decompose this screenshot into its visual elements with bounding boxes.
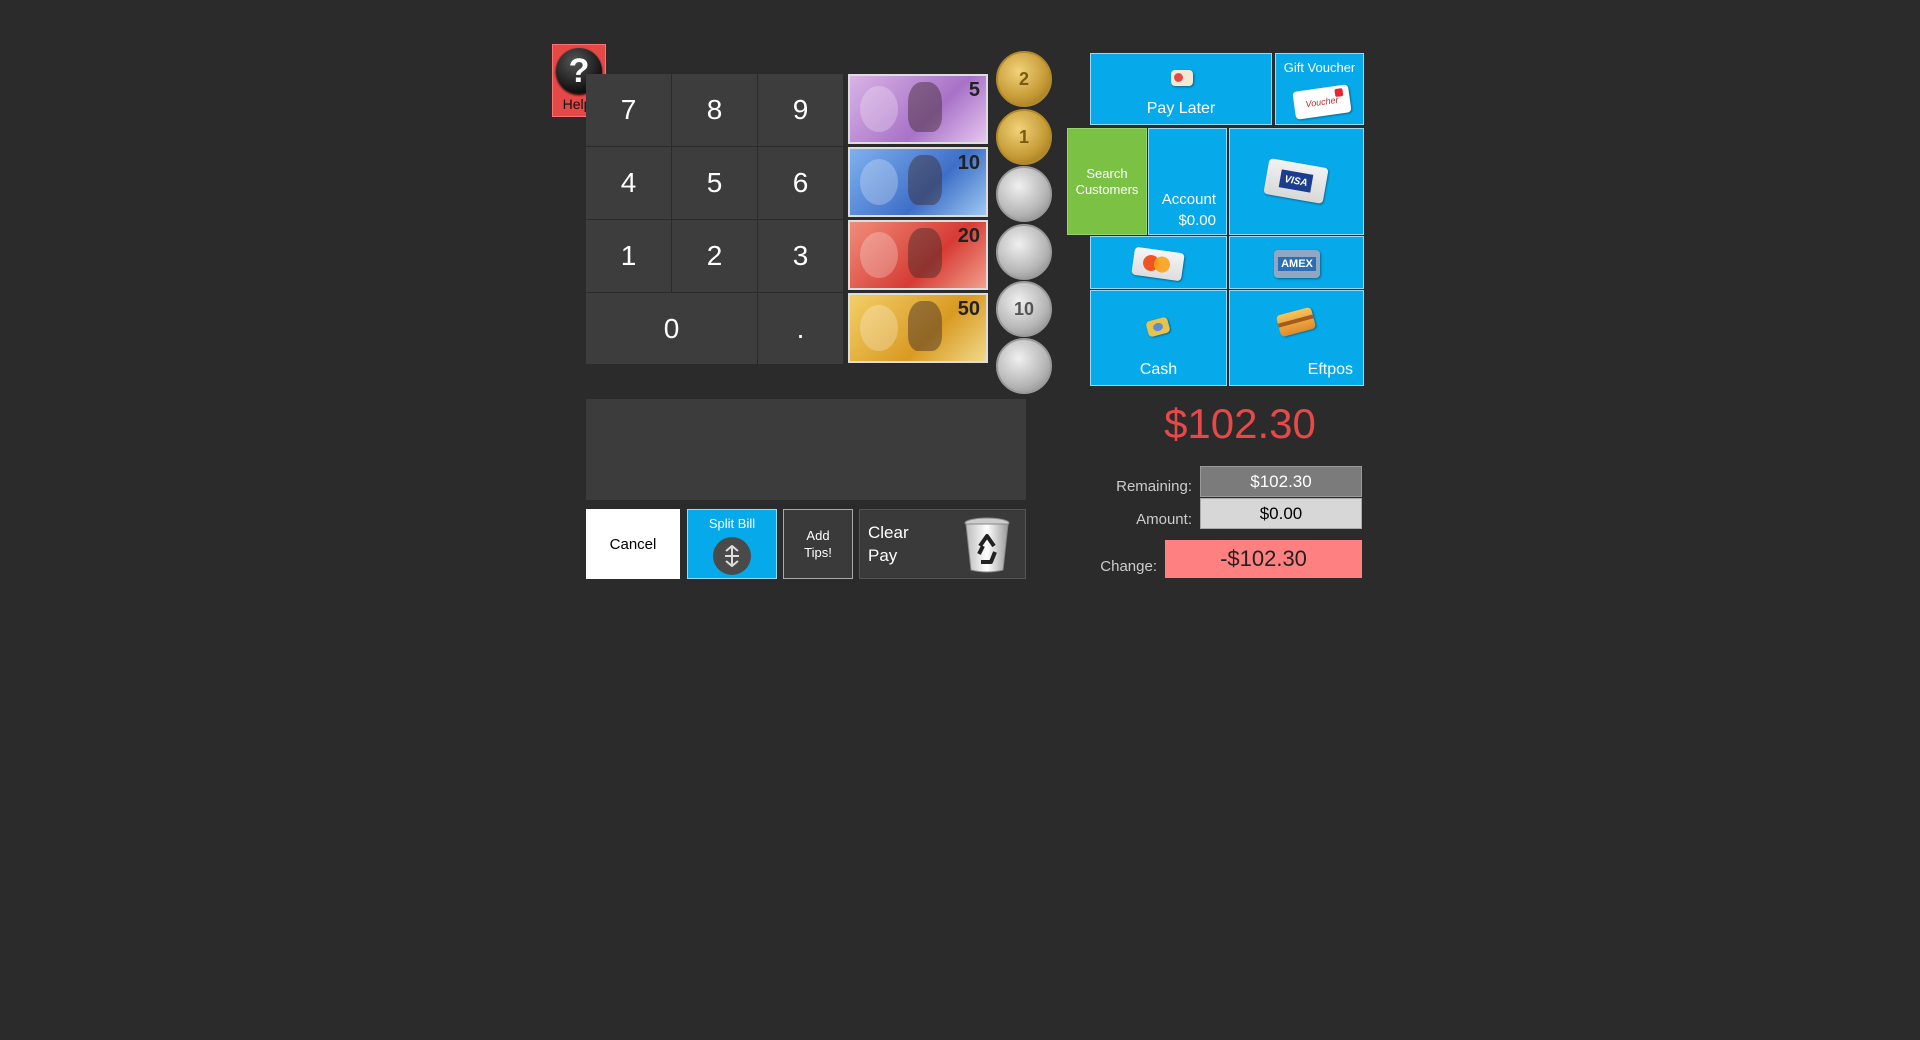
coin-10-cent[interactable]: 10 <box>996 281 1052 337</box>
gift-voucher-button[interactable]: Gift Voucher Voucher <box>1275 53 1364 125</box>
split-bill-icon <box>713 537 751 575</box>
numeric-keypad: 7 8 9 4 5 6 1 2 3 0 . <box>586 74 844 365</box>
visa-card-icon: VISA <box>1263 158 1329 204</box>
cash-label: Cash <box>1139 361 1178 378</box>
clear-pay-line1: Clear <box>868 523 909 542</box>
key-3[interactable]: 3 <box>758 220 844 293</box>
voucher-icon: Voucher <box>1292 84 1352 120</box>
coin-50-cent[interactable] <box>996 166 1052 222</box>
amount-label: Amount: <box>1136 511 1192 528</box>
note-value: 5 <box>968 79 980 101</box>
key-5[interactable]: 5 <box>672 147 758 220</box>
clear-pay-text: Clear Pay <box>868 521 909 567</box>
coin-20-cent[interactable] <box>996 224 1052 280</box>
add-tips-text: Add Tips! <box>804 527 832 561</box>
note-20-dollar[interactable]: 20 <box>848 220 988 290</box>
payment-entry-display <box>586 399 1026 500</box>
eftpos-cards-icon <box>1275 306 1317 338</box>
visa-logo: VISA <box>1278 169 1314 193</box>
search-customers-button[interactable]: Search Customers <box>1067 128 1147 235</box>
remaining-label: Remaining: <box>1116 478 1192 495</box>
key-7[interactable]: 7 <box>586 74 672 147</box>
key-decimal[interactable]: . <box>758 293 844 365</box>
key-2[interactable]: 2 <box>672 220 758 293</box>
coin-1-dollar[interactable]: 1 <box>996 109 1052 165</box>
pay-later-button[interactable]: Pay Later <box>1090 53 1272 125</box>
account-button[interactable]: Account $0.00 <box>1148 128 1227 235</box>
pay-later-label: Pay Later <box>1146 100 1216 117</box>
split-bill-label: Split Bill <box>708 516 756 531</box>
gift-voucher-label: Gift Voucher <box>1283 60 1356 75</box>
note-value: 10 <box>957 152 980 174</box>
key-0[interactable]: 0 <box>586 293 758 365</box>
mastercard-icon <box>1131 246 1185 282</box>
account-label: Account <box>1161 191 1216 208</box>
account-balance: $0.00 <box>1178 212 1216 229</box>
visa-button[interactable]: VISA <box>1229 128 1364 235</box>
coin-2-dollar[interactable]: 2 <box>996 51 1052 107</box>
clear-pay-line2: Pay <box>868 546 898 565</box>
cash-button[interactable]: Cash <box>1090 290 1227 386</box>
cancel-label: Cancel <box>609 535 657 553</box>
search-customers-label: Search Customers <box>1075 165 1139 197</box>
coin-5-cent[interactable] <box>996 338 1052 394</box>
key-9[interactable]: 9 <box>758 74 844 147</box>
eftpos-label: Eftpos <box>1307 361 1353 378</box>
change-value: -$102.30 <box>1165 540 1362 578</box>
pay-later-icon <box>1171 70 1193 86</box>
eftpos-button[interactable]: Eftpos <box>1229 290 1364 386</box>
note-5-dollar[interactable]: 5 <box>848 74 988 144</box>
amex-button[interactable]: AMEX <box>1229 236 1364 289</box>
add-tips-line1: Add <box>806 528 830 543</box>
key-6[interactable]: 6 <box>758 147 844 220</box>
mastercard-button[interactable] <box>1090 236 1227 289</box>
amex-card-icon: AMEX <box>1274 250 1320 278</box>
note-value: 50 <box>957 298 980 320</box>
split-bill-button[interactable]: Split Bill <box>687 509 777 579</box>
cash-icon <box>1145 316 1171 338</box>
change-label: Change: <box>1100 558 1157 575</box>
add-tips-button[interactable]: Add Tips! <box>783 509 853 579</box>
key-1[interactable]: 1 <box>586 220 672 293</box>
note-value: 20 <box>957 225 980 247</box>
remaining-value: $102.30 <box>1200 466 1362 497</box>
clear-pay-button[interactable]: Clear Pay <box>859 509 1026 579</box>
total-amount: $102.30 <box>1164 400 1316 447</box>
key-8[interactable]: 8 <box>672 74 758 147</box>
recycle-bin-icon <box>964 517 1010 573</box>
add-tips-line2: Tips! <box>804 545 832 560</box>
amex-logo: AMEX <box>1278 257 1316 271</box>
amount-input[interactable]: $0.00 <box>1200 498 1362 529</box>
key-4[interactable]: 4 <box>586 147 672 220</box>
voucher-text: Voucher <box>1304 94 1340 110</box>
note-10-dollar[interactable]: 10 <box>848 147 988 217</box>
note-50-dollar[interactable]: 50 <box>848 293 988 363</box>
cancel-button[interactable]: Cancel <box>586 509 680 579</box>
